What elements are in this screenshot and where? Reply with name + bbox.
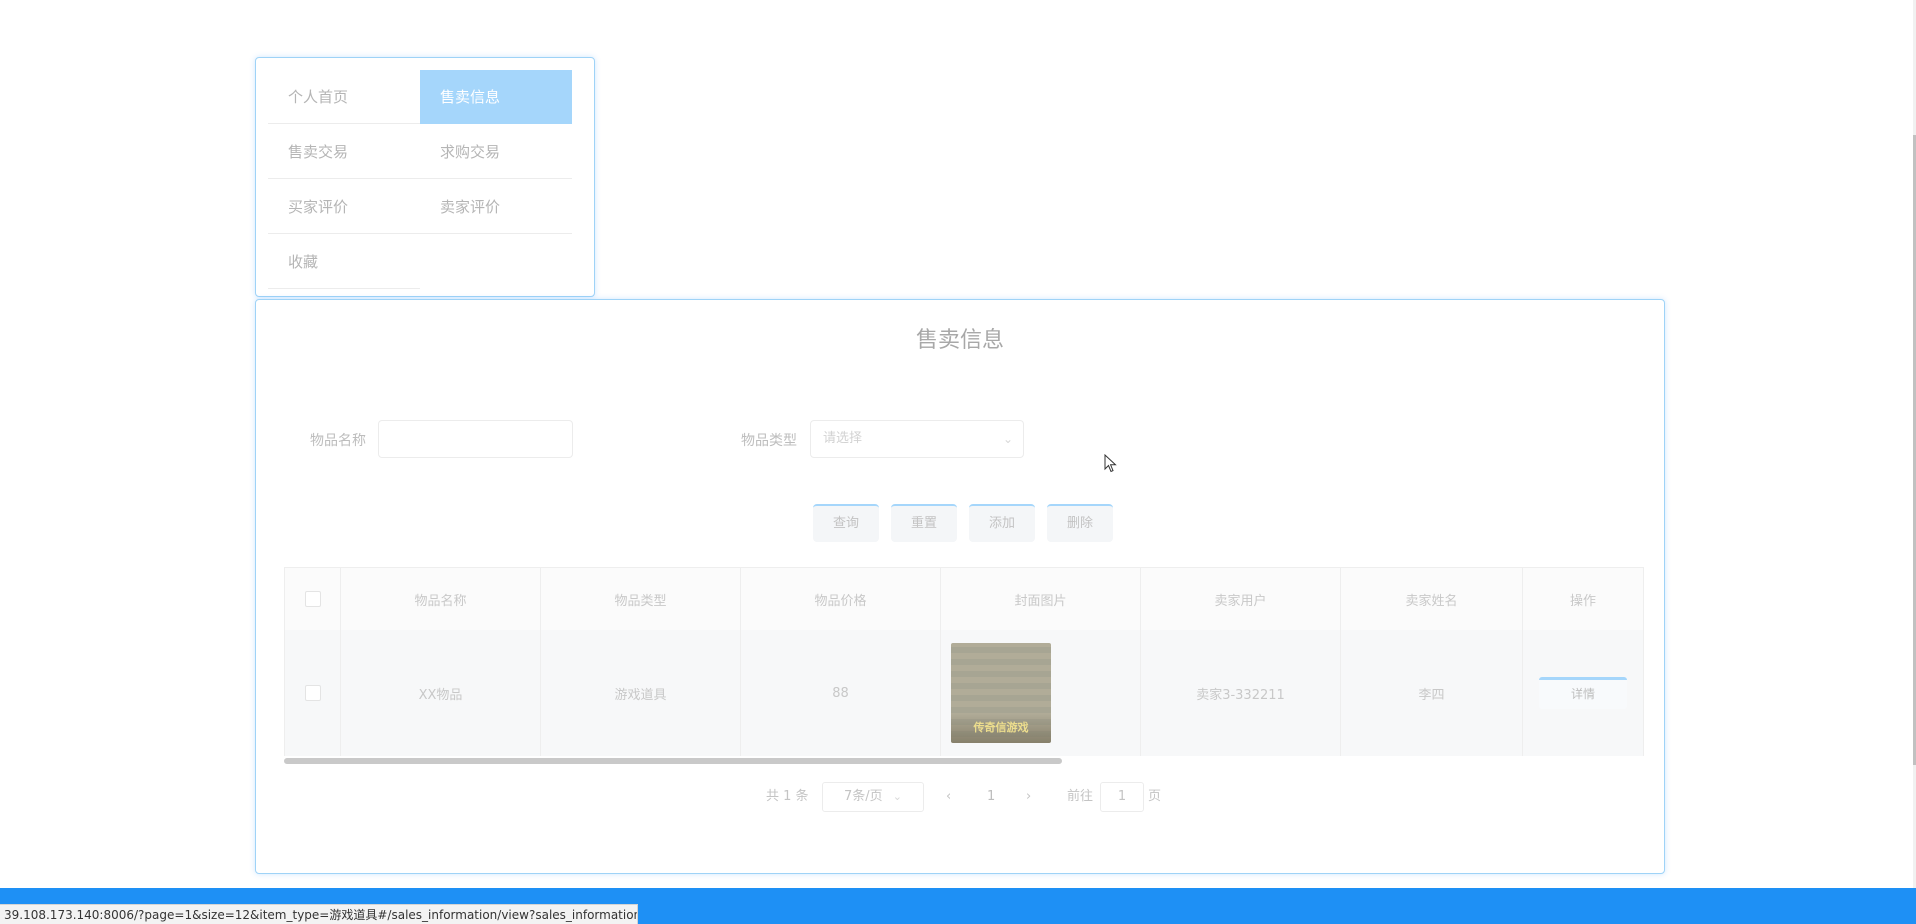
- menu-item-label: 售卖信息: [440, 88, 501, 106]
- chevron-right-icon[interactable]: ›: [1026, 782, 1031, 812]
- page-size-value: 7条/页: [843, 789, 883, 804]
- add-button[interactable]: 添加: [969, 504, 1035, 542]
- table-row: XX物品 游戏道具 88 传奇信游戏 卖家3-332211 李四 详情: [285, 630, 1643, 756]
- goto-page-input[interactable]: 1: [1100, 782, 1144, 812]
- column-header: 卖家姓名: [1341, 568, 1523, 630]
- chevron-left-icon[interactable]: ‹: [946, 782, 951, 812]
- pagination-total: 共 1 条: [766, 789, 809, 804]
- query-button[interactable]: 查询: [813, 504, 879, 542]
- cell-item-price: 88: [741, 630, 941, 756]
- table-header: 物品名称 物品类型 物品价格 封面图片 卖家用户 卖家姓名 操作: [285, 568, 1643, 631]
- page-size-select[interactable]: 7条/页 ⌄: [822, 782, 924, 812]
- chevron-down-icon: ⌄: [892, 790, 902, 803]
- column-header: 卖家用户: [1141, 568, 1341, 630]
- pagination-current-page[interactable]: 1: [987, 782, 995, 812]
- menu-item-label: 收藏: [288, 253, 319, 271]
- column-header: 物品类型: [541, 568, 741, 630]
- menu-item-sales-trade[interactable]: 售卖交易: [268, 125, 420, 179]
- item-name-label: 物品名称: [310, 433, 366, 449]
- goto-label: 前往: [1067, 789, 1094, 804]
- menu-item-label: 求购交易: [440, 143, 501, 161]
- item-name-input[interactable]: [378, 420, 573, 458]
- user-menu: 个人首页 售卖信息 售卖交易 求购交易 买家评价 卖家评价 收藏: [255, 57, 595, 297]
- cell-cover-image: 传奇信游戏: [941, 630, 1141, 756]
- menu-item-home[interactable]: 个人首页: [268, 70, 420, 124]
- cover-image[interactable]: 传奇信游戏: [951, 643, 1051, 743]
- page-title: 售卖信息: [915, 328, 1004, 353]
- menu-item-sales-info[interactable]: 售卖信息: [420, 70, 572, 124]
- column-header: 操作: [1569, 593, 1596, 609]
- reset-button[interactable]: 重置: [891, 504, 957, 542]
- sales-table: 物品名称 物品类型 物品价格 封面图片 卖家用户 卖家姓名 操作 XX物品 游戏…: [284, 567, 1644, 756]
- column-header: 物品名称: [341, 568, 541, 630]
- cover-image-text: 传奇信游戏: [973, 721, 1029, 734]
- column-header: 物品价格: [741, 568, 941, 630]
- row-select[interactable]: [285, 630, 341, 756]
- page-suffix-label: 页: [1148, 789, 1162, 804]
- detail-button[interactable]: 详情: [1539, 677, 1627, 709]
- row-checkbox[interactable]: [304, 685, 321, 701]
- menu-item-label: 个人首页: [288, 88, 349, 106]
- delete-button[interactable]: 删除: [1047, 504, 1113, 542]
- menu-item-label: 卖家评价: [440, 198, 501, 216]
- menu-item-label: 售卖交易: [288, 143, 349, 161]
- item-type-select[interactable]: 请选择 ⌄: [810, 420, 1024, 458]
- column-header: 封面图片: [941, 568, 1141, 630]
- menu-item-buyer-review[interactable]: 买家评价: [268, 180, 420, 234]
- cell-item-name: XX物品: [341, 630, 541, 756]
- item-type-placeholder: 请选择: [823, 431, 863, 446]
- menu-item-label: 买家评价: [288, 198, 349, 216]
- header-select-all[interactable]: [285, 568, 341, 630]
- menu-item-seller-review[interactable]: 卖家评价: [420, 180, 572, 234]
- table-horizontal-scrollbar[interactable]: [284, 758, 1062, 764]
- cell-seller-name: 李四: [1341, 630, 1523, 756]
- menu-item-purchase-trade[interactable]: 求购交易: [420, 125, 572, 179]
- cell-item-type: 游戏道具: [541, 630, 741, 756]
- cell-actions: 详情: [1523, 630, 1643, 756]
- status-bar-url: 39.108.173.140:8006/?page=1&size=12&item…: [0, 904, 638, 924]
- mouse-cursor-icon: [1104, 454, 1117, 473]
- chevron-down-icon: ⌄: [1002, 432, 1013, 446]
- cell-seller-user: 卖家3-332211: [1141, 630, 1341, 756]
- menu-item-favorites[interactable]: 收藏: [268, 235, 420, 289]
- item-type-label: 物品类型: [741, 433, 797, 449]
- select-all-checkbox[interactable]: [304, 591, 321, 607]
